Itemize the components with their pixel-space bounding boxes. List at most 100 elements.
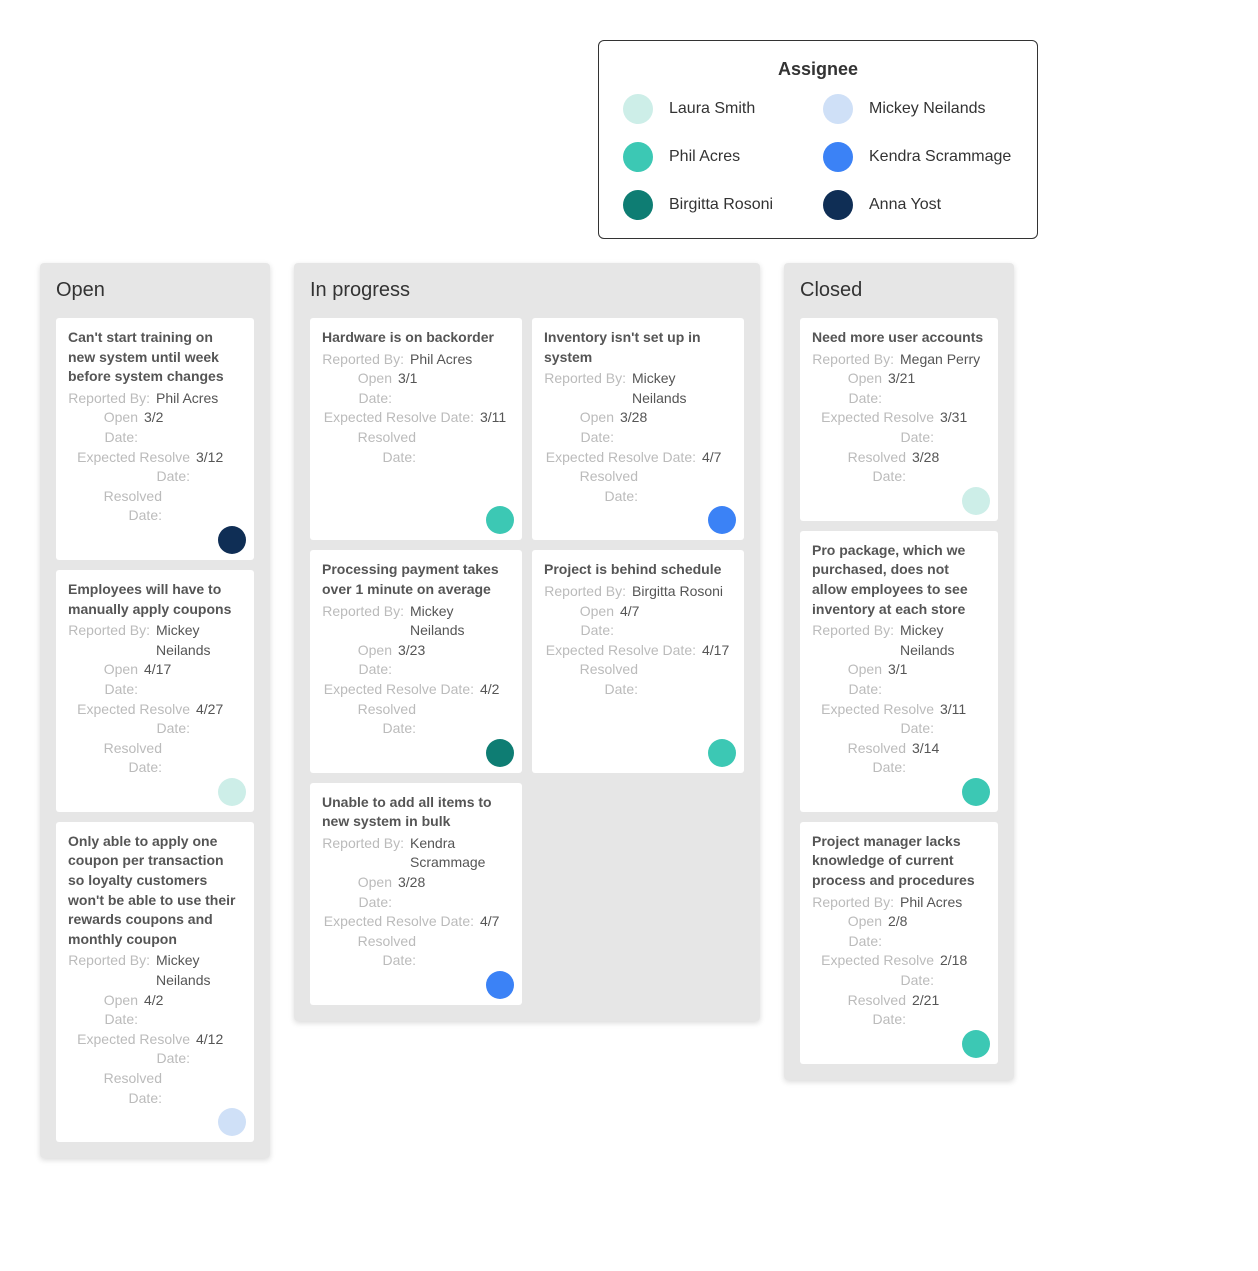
field-value: Phil Acres	[410, 350, 472, 370]
field-label: Resolved Date:	[812, 991, 912, 1030]
field-value: Megan Perry	[900, 350, 980, 370]
issue-card[interactable]: Pro package, which we purchased, does no…	[800, 531, 998, 812]
field-label: Reported By:	[68, 621, 156, 660]
card-title: Hardware is on backorder	[322, 328, 510, 348]
field-value: 4/7	[620, 602, 639, 641]
card-field: Expected Resolve Date:3/11	[322, 408, 510, 428]
field-label: Expected Resolve Date:	[68, 448, 196, 487]
field-value: 4/12	[196, 1030, 223, 1069]
card-field: Expected Resolve Date:4/7	[322, 912, 510, 932]
field-value: 3/11	[480, 408, 506, 428]
assignee-name: Birgitta Rosoni	[669, 196, 773, 214]
assignee-name: Phil Acres	[669, 148, 740, 166]
assignee-color-dot	[823, 94, 853, 124]
field-value: Phil Acres	[156, 389, 218, 409]
card-field: Reported By:Phil Acres	[322, 350, 510, 370]
field-label: Reported By:	[322, 350, 410, 370]
assignee-dot	[708, 739, 736, 767]
field-value: 4/2	[480, 680, 499, 700]
issue-card[interactable]: Can't start training on new system until…	[56, 318, 254, 560]
card-title: Inventory isn't set up in system	[544, 328, 732, 367]
field-label: Open Date:	[544, 602, 620, 641]
field-value: 4/17	[144, 660, 171, 699]
card-title: Unable to add all items to new system in…	[322, 793, 510, 832]
legend-item: Laura Smith	[623, 94, 813, 124]
card-field: Reported By:Mickey Neilands	[68, 951, 242, 990]
card-field: Open Date:2/8	[812, 912, 986, 951]
field-value: 3/1	[398, 369, 417, 408]
assignee-color-dot	[623, 190, 653, 220]
field-value: 3/12	[196, 448, 223, 487]
card-field: Reported By:Mickey Neilands	[544, 369, 732, 408]
field-label: Resolved Date:	[322, 428, 422, 467]
card-field: Expected Resolve Date:4/2	[322, 680, 510, 700]
card-field: Resolved Date:	[68, 487, 242, 526]
field-label: Reported By:	[322, 602, 410, 641]
field-label: Open Date:	[322, 873, 398, 912]
card-title: Pro package, which we purchased, does no…	[812, 541, 986, 619]
field-label: Reported By:	[322, 834, 410, 873]
assignee-dot	[708, 506, 736, 534]
field-label: Reported By:	[544, 369, 632, 408]
field-value: Mickey Neilands	[156, 621, 242, 660]
field-label: Open Date:	[812, 369, 888, 408]
card-field: Expected Resolve Date:4/17	[544, 641, 732, 661]
field-label: Open Date:	[812, 912, 888, 951]
legend-item: Birgitta Rosoni	[623, 190, 813, 220]
assignee-name: Anna Yost	[869, 196, 941, 214]
issue-card[interactable]: Hardware is on backorderReported By:Phil…	[310, 318, 522, 540]
assignee-color-dot	[623, 142, 653, 172]
field-label: Expected Resolve Date:	[322, 912, 480, 932]
board-column: OpenCan't start training on new system u…	[40, 263, 270, 1158]
card-title: Processing payment takes over 1 minute o…	[322, 560, 510, 599]
issue-card[interactable]: Employees will have to manually apply co…	[56, 570, 254, 812]
field-value: 4/2	[144, 991, 163, 1030]
field-value: 3/11	[940, 700, 966, 739]
cards-container: Hardware is on backorderReported By:Phil…	[310, 318, 744, 1005]
field-label: Reported By:	[812, 621, 900, 660]
card-field: Reported By:Mickey Neilands	[812, 621, 986, 660]
cards-container: Need more user accountsReported By:Megan…	[800, 318, 998, 1064]
issue-card[interactable]: Need more user accountsReported By:Megan…	[800, 318, 998, 521]
assignee-name: Kendra Scrammage	[869, 148, 1011, 166]
card-field: Expected Resolve Date:4/12	[68, 1030, 242, 1069]
field-value: 2/8	[888, 912, 907, 951]
card-field: Open Date:3/28	[322, 873, 510, 912]
field-value: Phil Acres	[900, 893, 962, 913]
legend-item: Phil Acres	[623, 142, 813, 172]
legend-grid: Laura SmithMickey NeilandsPhil AcresKend…	[623, 94, 1013, 220]
field-value: 3/2	[144, 408, 163, 447]
field-label: Expected Resolve Date:	[812, 408, 940, 447]
card-field: Resolved Date:	[322, 428, 510, 467]
issue-card[interactable]: Project is behind scheduleReported By:Bi…	[532, 550, 744, 772]
field-value: 4/7	[480, 912, 499, 932]
field-label: Resolved Date:	[68, 739, 168, 778]
issue-card[interactable]: Inventory isn't set up in systemReported…	[532, 318, 744, 540]
legend-title: Assignee	[623, 59, 1013, 80]
field-value: 2/18	[940, 951, 967, 990]
card-field: Reported By:Birgitta Rosoni	[544, 582, 732, 602]
field-label: Open Date:	[544, 408, 620, 447]
field-label: Open Date:	[68, 660, 144, 699]
field-value: 3/28	[620, 408, 647, 447]
issue-card[interactable]: Unable to add all items to new system in…	[310, 783, 522, 1005]
card-field: Open Date:3/1	[322, 369, 510, 408]
field-label: Open Date:	[322, 369, 398, 408]
field-label: Expected Resolve Date:	[544, 641, 702, 661]
field-label: Open Date:	[322, 641, 398, 680]
field-label: Resolved Date:	[812, 448, 912, 487]
column-title: Closed	[800, 279, 998, 302]
assignee-dot	[962, 487, 990, 515]
assignee-dot	[486, 506, 514, 534]
issue-card[interactable]: Project manager lacks knowledge of curre…	[800, 822, 998, 1064]
card-field: Open Date:3/2	[68, 408, 242, 447]
field-label: Expected Resolve Date:	[322, 408, 480, 428]
card-title: Can't start training on new system until…	[68, 328, 242, 387]
card-field: Expected Resolve Date:3/12	[68, 448, 242, 487]
issue-card[interactable]: Processing payment takes over 1 minute o…	[310, 550, 522, 772]
field-value: 3/31	[940, 408, 967, 447]
field-label: Resolved Date:	[544, 660, 644, 699]
issue-card[interactable]: Only able to apply one coupon per transa…	[56, 822, 254, 1142]
field-label: Reported By:	[68, 951, 156, 990]
card-field: Resolved Date:	[322, 700, 510, 739]
